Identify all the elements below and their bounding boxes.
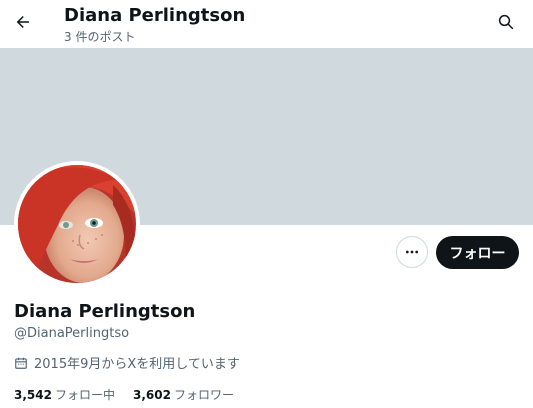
following-count: 3,542	[14, 388, 52, 402]
followers-link[interactable]: 3,602 フォロワー	[133, 386, 234, 403]
following-label: フォロー中	[54, 388, 115, 402]
followers-label: フォロワー	[173, 388, 234, 402]
calendar-icon	[15, 357, 27, 369]
arrow-left-icon	[16, 16, 29, 28]
post-count: 3 件のポスト	[64, 30, 136, 44]
profile-handle: @DianaPerlingtso	[14, 326, 130, 341]
joined-date: 2015年9月からXを利用しています	[14, 353, 240, 372]
search-button[interactable]	[493, 9, 519, 35]
following-link[interactable]: 3,542 フォロー中	[14, 386, 115, 403]
header-title: Diana Perlingtson	[64, 5, 246, 26]
more-options-button[interactable]	[396, 236, 428, 268]
avatar[interactable]	[14, 161, 140, 287]
joined-text: 2015年9月からXを利用しています	[34, 357, 240, 372]
followers-count: 3,602	[132, 388, 171, 402]
top-bar: Diana Perlingtson 3 件のポスト	[0, 0, 533, 48]
profile-name: Diana Perlingtson	[14, 301, 196, 322]
more-horizontal-icon	[406, 250, 418, 254]
header-title-block: Diana Perlingtson 3 件のポスト	[64, 5, 245, 45]
profile-stats: 3,542 フォロー中 3,602 フォロワー	[14, 386, 234, 403]
follow-button[interactable]: フォロー	[436, 236, 519, 269]
back-button[interactable]	[8, 7, 38, 37]
search-icon	[498, 14, 514, 30]
avatar-image	[18, 165, 136, 283]
